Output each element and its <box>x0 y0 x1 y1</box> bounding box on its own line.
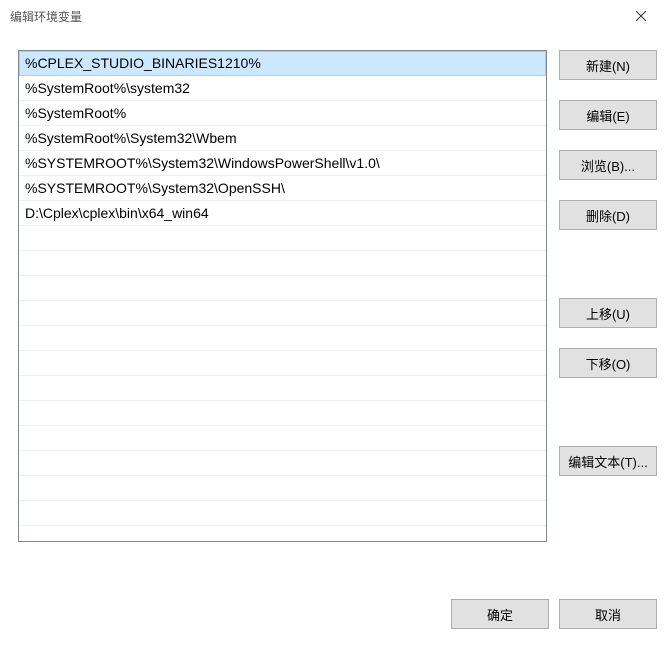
side-button-column: 新建(N) 编辑(E) 浏览(B)... 删除(D) 上移(U) 下移(O) 编… <box>559 50 657 587</box>
titlebar: 编辑环境变量 <box>0 0 671 32</box>
move-up-button[interactable]: 上移(U) <box>559 298 657 328</box>
browse-button[interactable]: 浏览(B)... <box>559 150 657 180</box>
list-item[interactable]: %SystemRoot%\system32 <box>19 76 546 101</box>
edit-text-button[interactable]: 编辑文本(T)... <box>559 446 657 476</box>
cancel-button[interactable]: 取消 <box>559 599 657 629</box>
ok-button[interactable]: 确定 <box>451 599 549 629</box>
list-item[interactable]: %CPLEX_STUDIO_BINARIES1210% <box>19 51 546 76</box>
new-button[interactable]: 新建(N) <box>559 50 657 80</box>
close-button[interactable] <box>621 2 661 30</box>
delete-button[interactable]: 删除(D) <box>559 200 657 230</box>
list-item[interactable]: %SYSTEMROOT%\System32\OpenSSH\ <box>19 176 546 201</box>
list-item[interactable]: %SystemRoot% <box>19 101 546 126</box>
main-area: %CPLEX_STUDIO_BINARIES1210% %SystemRoot%… <box>18 50 657 587</box>
edit-button[interactable]: 编辑(E) <box>559 100 657 130</box>
list-item[interactable]: %SYSTEMROOT%\System32\WindowsPowerShell\… <box>19 151 546 176</box>
close-icon <box>636 11 646 21</box>
dialog-footer: 确定 取消 <box>18 587 657 641</box>
window-title: 编辑环境变量 <box>10 8 82 25</box>
list-item[interactable]: %SystemRoot%\System32\Wbem <box>19 126 546 151</box>
move-down-button[interactable]: 下移(O) <box>559 348 657 378</box>
empty-rows <box>19 226 546 526</box>
path-listbox[interactable]: %CPLEX_STUDIO_BINARIES1210% %SystemRoot%… <box>18 50 547 542</box>
list-item[interactable]: D:\Cplex\cplex\bin\x64_win64 <box>19 201 546 226</box>
dialog-content: %CPLEX_STUDIO_BINARIES1210% %SystemRoot%… <box>0 32 671 655</box>
